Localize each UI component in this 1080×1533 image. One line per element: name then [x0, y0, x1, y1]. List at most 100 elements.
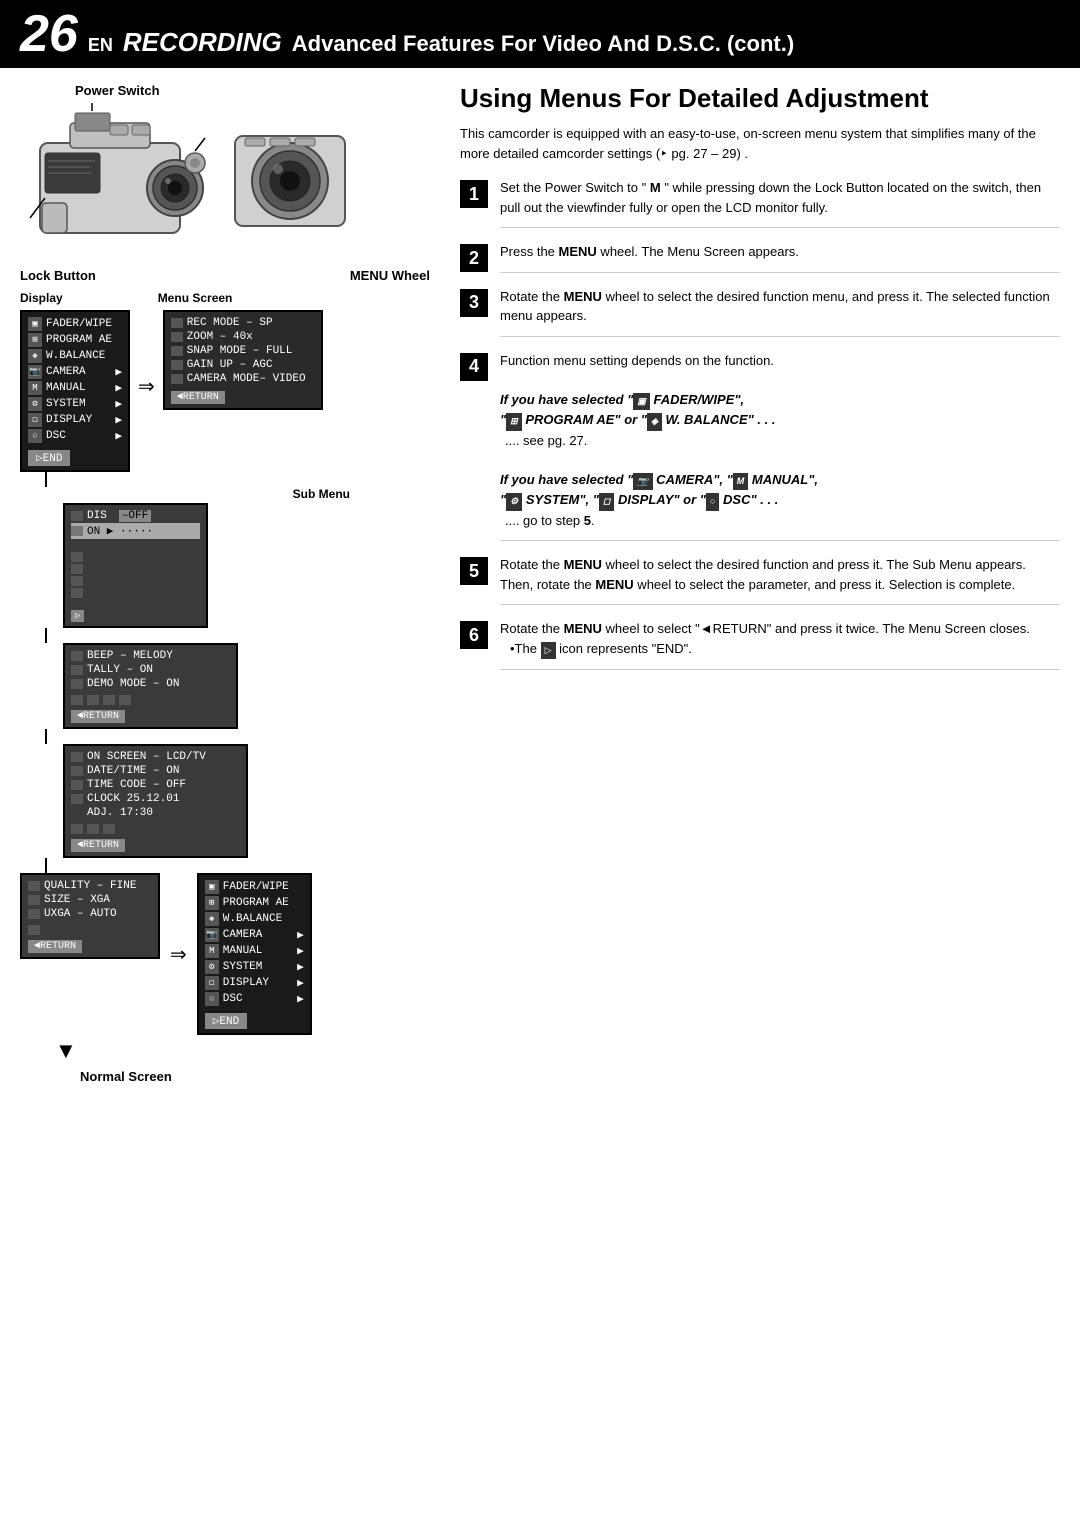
d5-icon [71, 576, 83, 586]
snap-icon [171, 346, 183, 356]
lock-button-label: Lock Button [20, 268, 96, 283]
s1 [71, 695, 83, 705]
prog-icon-inline: ⊞ [506, 413, 522, 431]
timecode-item: TIME CODE – OFF [71, 778, 240, 792]
wb-icon-inline: ◈ [647, 413, 662, 431]
menu-wheel-label: MENU Wheel [350, 268, 430, 283]
header-subtitle: Advanced Features For Video And D.S.C. (… [292, 31, 794, 57]
return-btn-4: ◄RETURN [28, 940, 82, 953]
onscreen-item: ON SCREEN – LCD/TV [71, 750, 240, 764]
man-text: MANUAL [752, 472, 808, 487]
page-header: 26 EN RECORDING Advanced Features For Vi… [0, 0, 1080, 68]
os-icon [71, 752, 83, 762]
d4-icon [71, 564, 83, 574]
gain-icon [171, 360, 183, 370]
step-1-number: 1 [460, 180, 488, 208]
dis-on-row: ON ▶ ····· [71, 523, 200, 539]
tally-icon [71, 665, 83, 675]
connector-3 [45, 729, 47, 744]
connector-4 [45, 858, 47, 873]
step-4-number: 4 [460, 353, 488, 381]
s4 [119, 695, 131, 705]
ns-wbal-icon: ◈ [205, 912, 219, 926]
sub-snap: SNAP MODE – FULL [171, 344, 315, 358]
disp-icon-inline: ◻ [599, 493, 614, 511]
step-3-content: Rotate the MENU wheel to select the desi… [500, 287, 1060, 337]
step-6-content: Rotate the MENU wheel to select "◄RETURN… [500, 619, 1060, 670]
ns-arr-dsc: ▶ [297, 992, 304, 1006]
tc-icon [71, 780, 83, 790]
display-sub-menu-box: ON SCREEN – LCD/TV DATE/TIME – ON TIME C… [63, 744, 248, 858]
dt-icon [71, 766, 83, 776]
main-camera-illustration [20, 103, 220, 258]
fader-icon-inline: ▣ [633, 393, 650, 411]
dsc-icons-row [28, 925, 152, 935]
menu-item-display: ◻DISPLAY ▶ [28, 412, 122, 428]
ns-fader-icon: ▣ [205, 880, 219, 894]
wb-text: W. BALANCE [666, 412, 748, 427]
di1 [71, 824, 83, 834]
dis-spacer [71, 539, 200, 551]
menu-item-program: ⊞PROGRAM AE [28, 332, 122, 348]
dis-on-icon [71, 526, 83, 536]
wbalance-icon: ◈ [28, 349, 42, 363]
lens-illustration [230, 126, 350, 236]
demo-item: DEMO MODE – ON [71, 677, 230, 691]
end-label-dis: ▷ [71, 610, 84, 622]
d3-icon [71, 552, 83, 562]
menu-bold-5a: MENU [564, 557, 602, 572]
cam-icon-inline: 📷 [633, 473, 652, 491]
ns-arr-sys: ▶ [297, 960, 304, 974]
ux-icon [28, 909, 40, 919]
datetime-item: DATE/TIME – ON [71, 764, 240, 778]
arrow-down-bottom: ▼ [55, 1040, 77, 1062]
fader-icon: ▣ [28, 317, 42, 331]
ns-wbal: ◈W.BALANCE [205, 911, 304, 927]
ns-sys-icon: ⚙ [205, 960, 219, 974]
dis-off: –OFF [119, 510, 151, 522]
demo-icon [71, 679, 83, 689]
step-4a-see: .... see pg. 27. [505, 431, 1060, 451]
dis-row: DIS –OFF [71, 509, 200, 523]
zoom-icon [171, 332, 183, 342]
clock-item: CLOCK 25.12.01 [71, 792, 240, 806]
step-4a-label: If you have selected "▣ FADER/WIPE", "⊞ … [500, 390, 1060, 431]
dis-label: DIS [87, 510, 107, 522]
ns-manual: MMANUAL ▶ [205, 943, 304, 959]
man-icon-inline: M [733, 473, 749, 491]
menu-item-camera: 📷CAMERA ▶ [28, 364, 122, 380]
end-note: •The ▷ icon represents "END". [510, 641, 692, 656]
ns-prog-icon: ⊞ [205, 896, 219, 910]
header-recording: RECORDING [123, 27, 282, 58]
return-btn-3: ◄RETURN [71, 839, 125, 852]
step-2-number: 2 [460, 244, 488, 272]
sub-gainup: GAIN UP – AGC [171, 358, 315, 372]
step-1-content: Set the Power Switch to " M " while pres… [500, 178, 1060, 228]
adj-item: ADJ. 17:30 [71, 806, 240, 820]
step-4b-label: If you have selected "📷 CAMERA", "M MANU… [500, 470, 1060, 511]
dis-row5 [71, 575, 200, 587]
power-switch-label-area: Power Switch [20, 83, 440, 98]
quality-item: QUALITY – FINE [28, 879, 152, 893]
step-4-text: Function menu setting depends on the fun… [500, 351, 1060, 371]
arrow-display: ▶ [115, 413, 122, 427]
end-label: ▷END [28, 450, 70, 466]
step-3: 3 Rotate the MENU wheel to select the de… [460, 287, 1060, 337]
step-5-number: 5 [460, 557, 488, 585]
ns-program: ⊞PROGRAM AE [205, 895, 304, 911]
steps-section: 1 Set the Power Switch to " M " while pr… [460, 178, 1060, 670]
normal-screen-label: Normal Screen [80, 1069, 172, 1084]
dis-on-text: ON ▶ ····· [87, 524, 153, 538]
q-icon [28, 881, 40, 891]
arrow-dsc: ▶ [115, 429, 122, 443]
page-number: 26 [20, 8, 78, 60]
dsc-icon: ○ [28, 429, 42, 443]
ns-dsc-icon: ○ [205, 992, 219, 1006]
step-4-content: Function menu setting depends on the fun… [500, 351, 1060, 542]
beep-item: BEEP – MELODY [71, 649, 230, 663]
step-5-content: Rotate the MENU wheel to select the desi… [500, 555, 1060, 605]
arrow-manual: ▶ [115, 381, 122, 395]
return-btn-2: ◄RETURN [71, 710, 125, 723]
main-content: Power Switch [0, 68, 1080, 1099]
cam-text: CAMERA [656, 472, 713, 487]
